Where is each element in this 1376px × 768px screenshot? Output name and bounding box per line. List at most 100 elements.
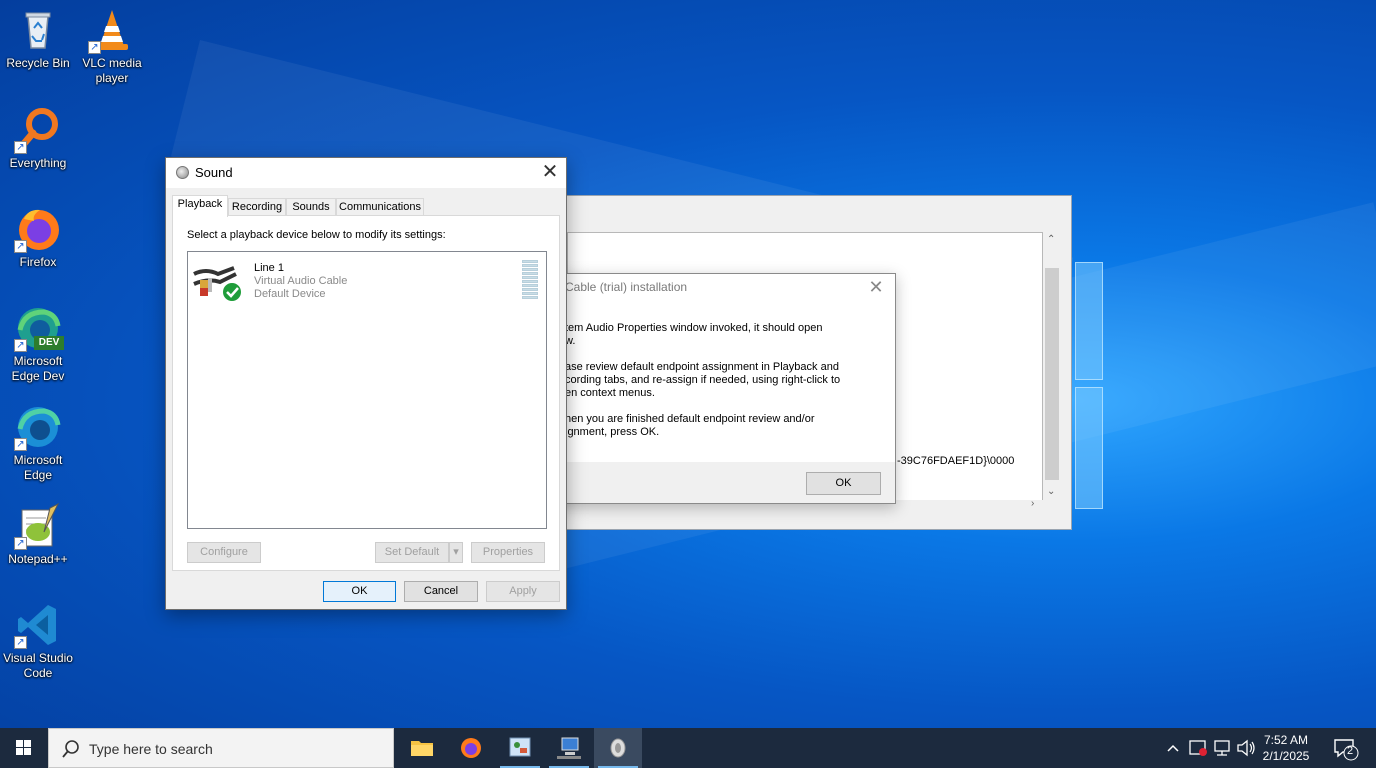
properties-button[interactable]: Properties — [471, 542, 545, 563]
control-panel-icon — [509, 737, 531, 757]
show-hidden-icons-button[interactable] — [1163, 728, 1183, 768]
scroll-right-icon[interactable]: › — [1031, 498, 1034, 509]
close-icon[interactable]: ✕ — [538, 161, 562, 185]
ok-button[interactable]: OK — [323, 581, 396, 602]
desktop-icon-edge-dev[interactable]: DEV ↗ Microsoft Edge Dev — [0, 304, 76, 384]
green-check-icon — [221, 281, 243, 303]
shortcut-arrow-icon: ↗ — [14, 240, 27, 253]
edge-icon: ↗ — [14, 403, 62, 451]
configure-button[interactable]: Configure — [187, 542, 261, 563]
shortcut-arrow-icon: ↗ — [14, 636, 27, 649]
title-bar[interactable]: Sound ✕ — [166, 158, 566, 188]
desktop-icon-label: Recycle Bin — [6, 56, 70, 70]
folder-icon — [411, 741, 433, 756]
message-paragraph: tem Audio Properties window invoked, it … — [565, 322, 823, 347]
apply-button[interactable]: Apply — [486, 581, 560, 602]
scroll-up-icon[interactable]: ⌃ — [1047, 234, 1055, 245]
clock-time: 7:52 AM — [1263, 733, 1309, 747]
shortcut-arrow-icon: ↗ — [14, 438, 27, 451]
desktop-icon-everything[interactable]: ↗ Everything — [0, 106, 76, 171]
everything-search-icon: ↗ — [14, 106, 62, 154]
chevron-up-icon — [1167, 744, 1179, 752]
dialog-message: tem Audio Properties window invoked, it … — [565, 322, 875, 452]
speaker-icon — [610, 738, 626, 758]
dialog-footer: OK — [549, 462, 895, 503]
taskbar-app-network[interactable] — [545, 728, 593, 768]
notepad-plus-plus-icon: ↗ — [14, 502, 62, 550]
desktop-icon-label: Visual Studio Code — [3, 651, 73, 680]
recycle-bin-icon — [14, 6, 62, 54]
start-button[interactable] — [0, 728, 48, 768]
device-item[interactable]: Line 1 Virtual Audio Cable Default Devic… — [192, 256, 542, 306]
tab-recording[interactable]: Recording — [228, 198, 286, 216]
ok-button[interactable]: OK — [806, 472, 881, 495]
vlc-icon: ↗ — [88, 6, 136, 54]
vertical-scrollbar[interactable]: ⌃ ⌄ — [1043, 232, 1061, 500]
scroll-down-icon[interactable]: ⌄ — [1047, 486, 1055, 497]
network-tray-icon[interactable] — [1211, 728, 1233, 768]
network-icon — [1214, 740, 1230, 756]
close-icon[interactable]: ✕ — [863, 276, 889, 298]
message-paragraph: ase review default endpoint assignment i… — [565, 361, 841, 399]
volume-tray-icon[interactable] — [1235, 728, 1257, 768]
device-status: Default Device — [254, 288, 326, 300]
playback-panel: Select a playback device below to modify… — [172, 215, 560, 571]
sound-dialog: Sound ✕ Playback Recording Sounds Commun… — [165, 157, 567, 610]
tab-sounds[interactable]: Sounds — [286, 198, 336, 216]
dialog-title: Cable (trial) installation — [565, 280, 688, 294]
firefox-icon — [461, 738, 481, 758]
shortcut-arrow-icon: ↗ — [14, 537, 27, 550]
device-list[interactable]: Line 1 Virtual Audio Cable Default Devic… — [187, 251, 547, 529]
desktop-icon-firefox[interactable]: ↗ Firefox — [0, 205, 76, 270]
shortcut-arrow-icon: ↗ — [14, 339, 27, 352]
scrollbar-thumb[interactable] — [1045, 268, 1059, 480]
volume-icon — [1237, 739, 1255, 757]
audio-cable-icon — [192, 260, 244, 304]
desktop-icon-label: Everything — [9, 156, 67, 170]
set-default-button[interactable]: Set Default — [375, 542, 449, 563]
notification-icon — [1334, 739, 1359, 761]
clock[interactable]: 7:52 AM 2/1/2025 — [1256, 732, 1316, 764]
device-name: Line 1 — [254, 262, 284, 274]
device-description: Virtual Audio Cable — [254, 275, 348, 287]
playback-prompt: Select a playback device below to modify… — [187, 229, 446, 241]
cancel-button[interactable]: Cancel — [404, 581, 478, 602]
chevron-down-icon: ▾ — [453, 546, 459, 558]
clock-date: 2/1/2025 — [1262, 749, 1310, 763]
dev-badge: DEV — [34, 336, 64, 350]
desktop-icon-notepadpp[interactable]: ↗ Notepad++ — [0, 502, 76, 567]
search-icon — [62, 740, 79, 758]
shortcut-arrow-icon: ↗ — [88, 41, 101, 54]
search-box[interactable]: Type here to search — [48, 728, 394, 768]
desktop-icon-vlc[interactable]: ↗ VLC media player — [74, 6, 150, 86]
install-message-dialog: Cable (trial) installation ✕ tem Audio P… — [548, 273, 896, 504]
background-guid-text: -39C76FDAEF1D}\0000 — [897, 455, 1015, 467]
desktop-icon-label: Microsoft Edge — [13, 453, 63, 482]
notification-count: 2 — [1347, 745, 1354, 757]
shield-icon — [1189, 740, 1207, 756]
volume-meter — [522, 260, 538, 302]
notification-center-button[interactable]: 2 — [1330, 734, 1360, 762]
desktop-icon-label: Notepad++ — [8, 552, 68, 566]
edge-dev-icon: DEV ↗ — [14, 304, 64, 352]
network-computer-icon — [557, 737, 581, 759]
tab-communications[interactable]: Communications — [336, 198, 424, 216]
tab-playback[interactable]: Playback — [172, 195, 228, 217]
vscode-icon: ↗ — [14, 601, 62, 649]
taskbar: Type here to search 7:52 AM 2/1/2025 2 — [0, 728, 1376, 768]
taskbar-app-file-explorer[interactable] — [398, 728, 446, 768]
security-tray-icon[interactable] — [1187, 728, 1209, 768]
speaker-icon — [176, 166, 189, 179]
message-paragraph: hen you are finished default endpoint re… — [565, 413, 815, 438]
taskbar-app-sound[interactable] — [594, 728, 642, 768]
desktop-icon-vscode[interactable]: ↗ Visual Studio Code — [0, 601, 76, 681]
desktop-icon-label: Firefox — [19, 255, 57, 269]
set-default-dropdown[interactable]: ▾ — [449, 542, 463, 563]
desktop-icon-recycle-bin[interactable]: Recycle Bin — [0, 6, 76, 71]
desktop-icon-edge[interactable]: ↗ Microsoft Edge — [0, 403, 76, 483]
desktop-icon-label: Microsoft Edge Dev — [11, 354, 65, 383]
taskbar-app-firefox[interactable] — [447, 728, 495, 768]
windows-logo-icon — [16, 740, 31, 755]
desktop-icon-label: VLC media player — [82, 56, 142, 85]
taskbar-app-control-panel[interactable] — [496, 728, 544, 768]
